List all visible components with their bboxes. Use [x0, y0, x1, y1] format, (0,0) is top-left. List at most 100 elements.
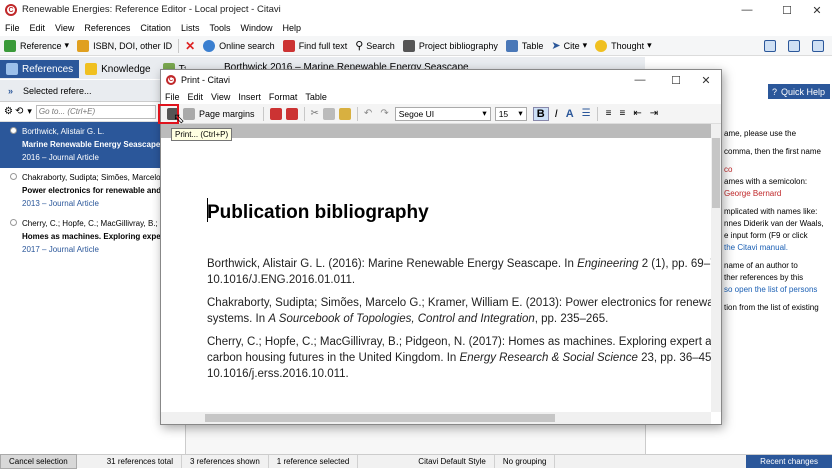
find-full-text-button[interactable]: Find full text [279, 37, 352, 55]
menu-help[interactable]: Help [282, 23, 301, 33]
maximize-icon[interactable]: ☐ [661, 70, 691, 90]
print-dialog: C Print - Citavi — ☐ ✕ File Edit View In… [160, 69, 722, 425]
menu-window[interactable]: Window [240, 23, 272, 33]
reference-checkbox[interactable] [10, 127, 17, 134]
help-line: nnes Diderik van der Waals, [724, 219, 824, 228]
dialog-menu-view[interactable]: View [211, 92, 230, 102]
help-line: ames with a semicolon: [724, 177, 808, 186]
help-line: tion from the list of existing [724, 303, 819, 312]
style-icon[interactable]: ☰ [582, 108, 591, 119]
status-style[interactable]: Citavi Default Style [358, 455, 495, 468]
menu-citation[interactable]: Citation [140, 23, 171, 33]
help-line: name of an author to [724, 261, 798, 270]
pdf-icon[interactable] [269, 107, 282, 120]
font-select[interactable]: Segoe UI ▾ [394, 106, 491, 121]
document-area[interactable]: Publication bibliography Borthwick, Alis… [161, 124, 711, 412]
redo-icon[interactable]: ↷ [380, 108, 388, 119]
close-icon[interactable]: ✕ [800, 0, 832, 20]
layout-right-button[interactable] [808, 37, 832, 55]
menu-view[interactable]: View [55, 23, 74, 33]
delete-button[interactable]: ✕ [181, 37, 199, 55]
cancel-selection-button[interactable]: Cancel selection [0, 454, 77, 469]
menu-file[interactable]: File [5, 23, 20, 33]
menu-tools[interactable]: Tools [209, 23, 230, 33]
bold-icon[interactable]: B [532, 106, 549, 121]
reference-checkbox[interactable] [10, 219, 17, 226]
thought-button[interactable]: Thought ▾ [591, 37, 656, 55]
menu-references[interactable]: References [84, 23, 130, 33]
dialog-menu-table[interactable]: Table [305, 92, 327, 102]
page-margins-button[interactable]: Page margins [199, 109, 255, 119]
copy-icon[interactable] [322, 107, 335, 120]
vertical-scrollbar[interactable] [711, 124, 721, 412]
close-icon[interactable]: ✕ [691, 70, 721, 90]
layout-left-button[interactable] [760, 37, 784, 55]
help-line: the Citavi manual. [724, 243, 789, 252]
quick-help-button[interactable]: ? Quick Help [768, 84, 830, 99]
recent-changes-button[interactable]: Recent changes [746, 455, 832, 468]
help-line: so open the list of persons [724, 285, 818, 294]
bullet-list-icon[interactable]: ≡ [606, 108, 612, 119]
back-icon[interactable]: ⟲ [15, 106, 23, 117]
dialog-menu-insert[interactable]: Insert [238, 92, 261, 102]
cut-icon[interactable]: ✂ [311, 108, 319, 119]
minimize-icon[interactable]: — [625, 70, 655, 90]
citavi-logo-icon: C [166, 75, 176, 85]
online-search-button[interactable]: Online search [199, 37, 279, 55]
plus-icon [4, 39, 16, 52]
maximize-icon[interactable]: ☐ [770, 0, 804, 20]
numbered-list-icon[interactable]: ≡ [619, 108, 625, 119]
indent-decrease-icon[interactable]: ⇤ [633, 108, 641, 119]
table-button[interactable]: Table [502, 37, 548, 55]
status-selected: 1 reference selected [269, 455, 359, 468]
main-toolbar: Reference ▾ ISBN, DOI, other ID ✕ Online … [0, 36, 832, 56]
project-bibliography-button[interactable]: Project bibliography [399, 37, 502, 55]
undo-icon[interactable]: ↶ [364, 108, 372, 119]
page-margins-icon [183, 107, 195, 120]
expand-icon[interactable]: » [8, 86, 13, 96]
selection-header: » Selected refere... [0, 80, 185, 102]
indent-increase-icon[interactable]: ⇥ [650, 108, 658, 119]
printer-icon [402, 39, 415, 52]
tab-references[interactable]: References [0, 60, 80, 78]
help-line: co [724, 165, 733, 174]
reference-item[interactable]: Borthwick, Alistair G. L. Marine Renewab… [0, 122, 185, 168]
status-grouping[interactable]: No grouping [495, 455, 556, 468]
help-text: ame, please use the comma, then the first… [724, 128, 832, 314]
menu-edit[interactable]: Edit [30, 23, 46, 33]
globe-icon [203, 39, 216, 52]
reference-checkbox[interactable] [10, 173, 17, 180]
isbn-button[interactable]: ISBN, DOI, other ID [73, 37, 176, 55]
reference-item[interactable]: Cherry, C.; Hopfe, C.; MacGillivray, B.;… [0, 214, 185, 260]
arrow-right-icon: ➤ [551, 40, 561, 52]
print-tooltip: Print... (Ctrl+P) [171, 128, 233, 141]
goto-input[interactable] [35, 104, 156, 119]
dialog-menu-file[interactable]: File [165, 92, 180, 102]
lightbulb-icon [595, 39, 608, 52]
search-icon: ⚲ [355, 40, 364, 52]
horizontal-scrollbar[interactable] [161, 412, 711, 424]
font-color-icon[interactable]: A [566, 108, 574, 120]
italic-icon[interactable]: I [555, 108, 558, 120]
cite-button[interactable]: ➤ Cite ▾ [547, 37, 591, 55]
reference-list-pane: » Selected refere... ⚙ ⟲ ▾ Borthwick, Al… [0, 80, 186, 455]
minimize-icon[interactable]: — [730, 0, 764, 20]
add-reference-button[interactable]: Reference ▾ [0, 37, 73, 55]
dialog-menu-format[interactable]: Format [269, 92, 298, 102]
help-line: ame, please use the [724, 129, 797, 138]
paste-icon[interactable] [338, 107, 351, 120]
dialog-menu-edit[interactable]: Edit [188, 92, 204, 102]
export-icon[interactable] [285, 107, 298, 120]
layout-mid-button[interactable] [784, 37, 808, 55]
tab-knowledge[interactable]: Knowledge [79, 60, 156, 78]
font-size-select[interactable]: 15 ▾ [494, 106, 527, 121]
help-line: mplicated with names like: [724, 207, 818, 216]
gear-icon[interactable]: ⚙ [4, 106, 13, 117]
reference-item[interactable]: Chakraborty, Sudipta; Simões, Marcelo G.… [0, 168, 185, 214]
menu-lists[interactable]: Lists [181, 23, 200, 33]
bibliography-entry: Cherry, C.; Hopfe, C.; MacGillivray, B.;… [207, 336, 711, 380]
search-button[interactable]: ⚲ Search [351, 37, 399, 55]
document-title: Publication bibliography [207, 202, 429, 223]
navigator-tabs: References Knowledge Tasks [0, 57, 204, 79]
knowledge-icon [85, 63, 98, 75]
